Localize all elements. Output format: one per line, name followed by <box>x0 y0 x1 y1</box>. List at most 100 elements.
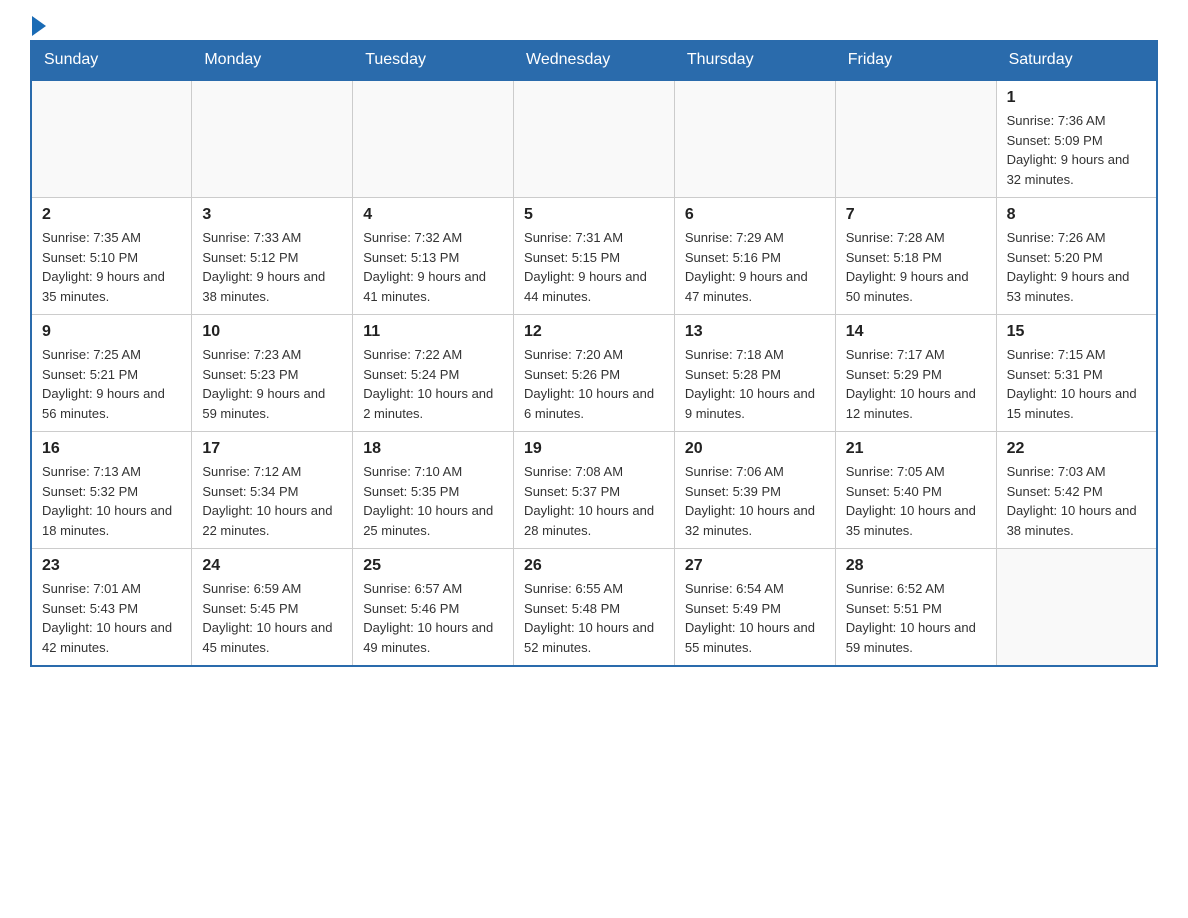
calendar-cell: 2 Sunrise: 7:35 AM Sunset: 5:10 PM Daylig… <box>31 198 192 315</box>
calendar-cell: 24 Sunrise: 6:59 AM Sunset: 5:45 PM Dayli… <box>192 549 353 667</box>
calendar-cell <box>514 80 675 198</box>
calendar-cell: 8 Sunrise: 7:26 AM Sunset: 5:20 PM Daylig… <box>996 198 1157 315</box>
calendar-cell: 11 Sunrise: 7:22 AM Sunset: 5:24 PM Dayli… <box>353 315 514 432</box>
day-number: 14 <box>846 323 986 341</box>
day-info: Sunrise: 7:06 AM Sunset: 5:39 PM Dayligh… <box>685 462 825 540</box>
day-number: 25 <box>363 557 503 575</box>
calendar-cell <box>835 80 996 198</box>
day-info: Sunrise: 7:22 AM Sunset: 5:24 PM Dayligh… <box>363 345 503 423</box>
day-number: 20 <box>685 440 825 458</box>
day-number: 5 <box>524 206 664 224</box>
weekday-header-saturday: Saturday <box>996 41 1157 81</box>
calendar-cell: 25 Sunrise: 6:57 AM Sunset: 5:46 PM Dayli… <box>353 549 514 667</box>
calendar-cell: 26 Sunrise: 6:55 AM Sunset: 5:48 PM Dayli… <box>514 549 675 667</box>
day-number: 26 <box>524 557 664 575</box>
day-number: 17 <box>202 440 342 458</box>
calendar-cell <box>353 80 514 198</box>
day-info: Sunrise: 7:05 AM Sunset: 5:40 PM Dayligh… <box>846 462 986 540</box>
day-number: 15 <box>1007 323 1146 341</box>
day-info: Sunrise: 6:54 AM Sunset: 5:49 PM Dayligh… <box>685 579 825 657</box>
calendar-cell <box>674 80 835 198</box>
calendar-cell <box>31 80 192 198</box>
weekday-header-monday: Monday <box>192 41 353 81</box>
weekday-header-row: SundayMondayTuesdayWednesdayThursdayFrid… <box>31 41 1157 81</box>
logo <box>30 20 46 30</box>
calendar-cell: 20 Sunrise: 7:06 AM Sunset: 5:39 PM Dayli… <box>674 432 835 549</box>
calendar-cell: 15 Sunrise: 7:15 AM Sunset: 5:31 PM Dayli… <box>996 315 1157 432</box>
day-number: 12 <box>524 323 664 341</box>
day-info: Sunrise: 6:52 AM Sunset: 5:51 PM Dayligh… <box>846 579 986 657</box>
day-info: Sunrise: 6:55 AM Sunset: 5:48 PM Dayligh… <box>524 579 664 657</box>
day-info: Sunrise: 7:32 AM Sunset: 5:13 PM Dayligh… <box>363 228 503 306</box>
day-info: Sunrise: 7:13 AM Sunset: 5:32 PM Dayligh… <box>42 462 181 540</box>
calendar-table: SundayMondayTuesdayWednesdayThursdayFrid… <box>30 40 1158 667</box>
day-info: Sunrise: 7:35 AM Sunset: 5:10 PM Dayligh… <box>42 228 181 306</box>
day-number: 9 <box>42 323 181 341</box>
day-info: Sunrise: 7:20 AM Sunset: 5:26 PM Dayligh… <box>524 345 664 423</box>
calendar-cell: 17 Sunrise: 7:12 AM Sunset: 5:34 PM Dayli… <box>192 432 353 549</box>
calendar-cell: 12 Sunrise: 7:20 AM Sunset: 5:26 PM Dayli… <box>514 315 675 432</box>
day-info: Sunrise: 7:36 AM Sunset: 5:09 PM Dayligh… <box>1007 111 1146 189</box>
day-info: Sunrise: 7:23 AM Sunset: 5:23 PM Dayligh… <box>202 345 342 423</box>
calendar-cell: 7 Sunrise: 7:28 AM Sunset: 5:18 PM Daylig… <box>835 198 996 315</box>
day-info: Sunrise: 7:28 AM Sunset: 5:18 PM Dayligh… <box>846 228 986 306</box>
weekday-header-thursday: Thursday <box>674 41 835 81</box>
calendar-cell: 21 Sunrise: 7:05 AM Sunset: 5:40 PM Dayli… <box>835 432 996 549</box>
day-number: 11 <box>363 323 503 341</box>
calendar-cell: 10 Sunrise: 7:23 AM Sunset: 5:23 PM Dayli… <box>192 315 353 432</box>
day-number: 1 <box>1007 89 1146 107</box>
day-info: Sunrise: 7:01 AM Sunset: 5:43 PM Dayligh… <box>42 579 181 657</box>
day-number: 2 <box>42 206 181 224</box>
day-number: 4 <box>363 206 503 224</box>
calendar-cell: 18 Sunrise: 7:10 AM Sunset: 5:35 PM Dayli… <box>353 432 514 549</box>
day-number: 23 <box>42 557 181 575</box>
logo-arrow-icon <box>32 16 46 36</box>
day-number: 13 <box>685 323 825 341</box>
day-info: Sunrise: 7:03 AM Sunset: 5:42 PM Dayligh… <box>1007 462 1146 540</box>
day-number: 22 <box>1007 440 1146 458</box>
day-number: 21 <box>846 440 986 458</box>
day-number: 19 <box>524 440 664 458</box>
day-info: Sunrise: 7:29 AM Sunset: 5:16 PM Dayligh… <box>685 228 825 306</box>
day-number: 10 <box>202 323 342 341</box>
day-number: 7 <box>846 206 986 224</box>
day-info: Sunrise: 6:57 AM Sunset: 5:46 PM Dayligh… <box>363 579 503 657</box>
day-number: 24 <box>202 557 342 575</box>
day-info: Sunrise: 7:26 AM Sunset: 5:20 PM Dayligh… <box>1007 228 1146 306</box>
day-number: 8 <box>1007 206 1146 224</box>
day-number: 16 <box>42 440 181 458</box>
calendar-cell: 19Sunrise: 7:08 AM Sunset: 5:37 PM Dayli… <box>514 432 675 549</box>
day-info: Sunrise: 7:15 AM Sunset: 5:31 PM Dayligh… <box>1007 345 1146 423</box>
day-info: Sunrise: 6:59 AM Sunset: 5:45 PM Dayligh… <box>202 579 342 657</box>
weekday-header-friday: Friday <box>835 41 996 81</box>
calendar-cell: 5 Sunrise: 7:31 AM Sunset: 5:15 PM Daylig… <box>514 198 675 315</box>
week-row-3: 9 Sunrise: 7:25 AM Sunset: 5:21 PM Daylig… <box>31 315 1157 432</box>
day-info: Sunrise: 7:33 AM Sunset: 5:12 PM Dayligh… <box>202 228 342 306</box>
day-info: Sunrise: 7:25 AM Sunset: 5:21 PM Dayligh… <box>42 345 181 423</box>
calendar-cell: 6 Sunrise: 7:29 AM Sunset: 5:16 PM Daylig… <box>674 198 835 315</box>
day-info: Sunrise: 7:10 AM Sunset: 5:35 PM Dayligh… <box>363 462 503 540</box>
day-number: 6 <box>685 206 825 224</box>
weekday-header-tuesday: Tuesday <box>353 41 514 81</box>
calendar-cell: 23 Sunrise: 7:01 AM Sunset: 5:43 PM Dayli… <box>31 549 192 667</box>
day-number: 27 <box>685 557 825 575</box>
calendar-cell: 27 Sunrise: 6:54 AM Sunset: 5:49 PM Dayli… <box>674 549 835 667</box>
calendar-cell: 3 Sunrise: 7:33 AM Sunset: 5:12 PM Daylig… <box>192 198 353 315</box>
day-number: 18 <box>363 440 503 458</box>
weekday-header-sunday: Sunday <box>31 41 192 81</box>
calendar-cell: 13Sunrise: 7:18 AM Sunset: 5:28 PM Dayli… <box>674 315 835 432</box>
calendar-cell: 1 Sunrise: 7:36 AM Sunset: 5:09 PM Daylig… <box>996 80 1157 198</box>
calendar-cell: 4 Sunrise: 7:32 AM Sunset: 5:13 PM Daylig… <box>353 198 514 315</box>
week-row-4: 16 Sunrise: 7:13 AM Sunset: 5:32 PM Dayli… <box>31 432 1157 549</box>
calendar-cell <box>996 549 1157 667</box>
week-row-5: 23 Sunrise: 7:01 AM Sunset: 5:43 PM Dayli… <box>31 549 1157 667</box>
day-number: 28 <box>846 557 986 575</box>
day-info: Sunrise: 7:17 AM Sunset: 5:29 PM Dayligh… <box>846 345 986 423</box>
calendar-cell <box>192 80 353 198</box>
day-info: Sunrise: 7:31 AM Sunset: 5:15 PM Dayligh… <box>524 228 664 306</box>
calendar-cell: 14 Sunrise: 7:17 AM Sunset: 5:29 PM Dayli… <box>835 315 996 432</box>
day-info: Sunrise: 7:12 AM Sunset: 5:34 PM Dayligh… <box>202 462 342 540</box>
day-number: 3 <box>202 206 342 224</box>
calendar-cell: 9 Sunrise: 7:25 AM Sunset: 5:21 PM Daylig… <box>31 315 192 432</box>
calendar-cell: 22 Sunrise: 7:03 AM Sunset: 5:42 PM Dayli… <box>996 432 1157 549</box>
